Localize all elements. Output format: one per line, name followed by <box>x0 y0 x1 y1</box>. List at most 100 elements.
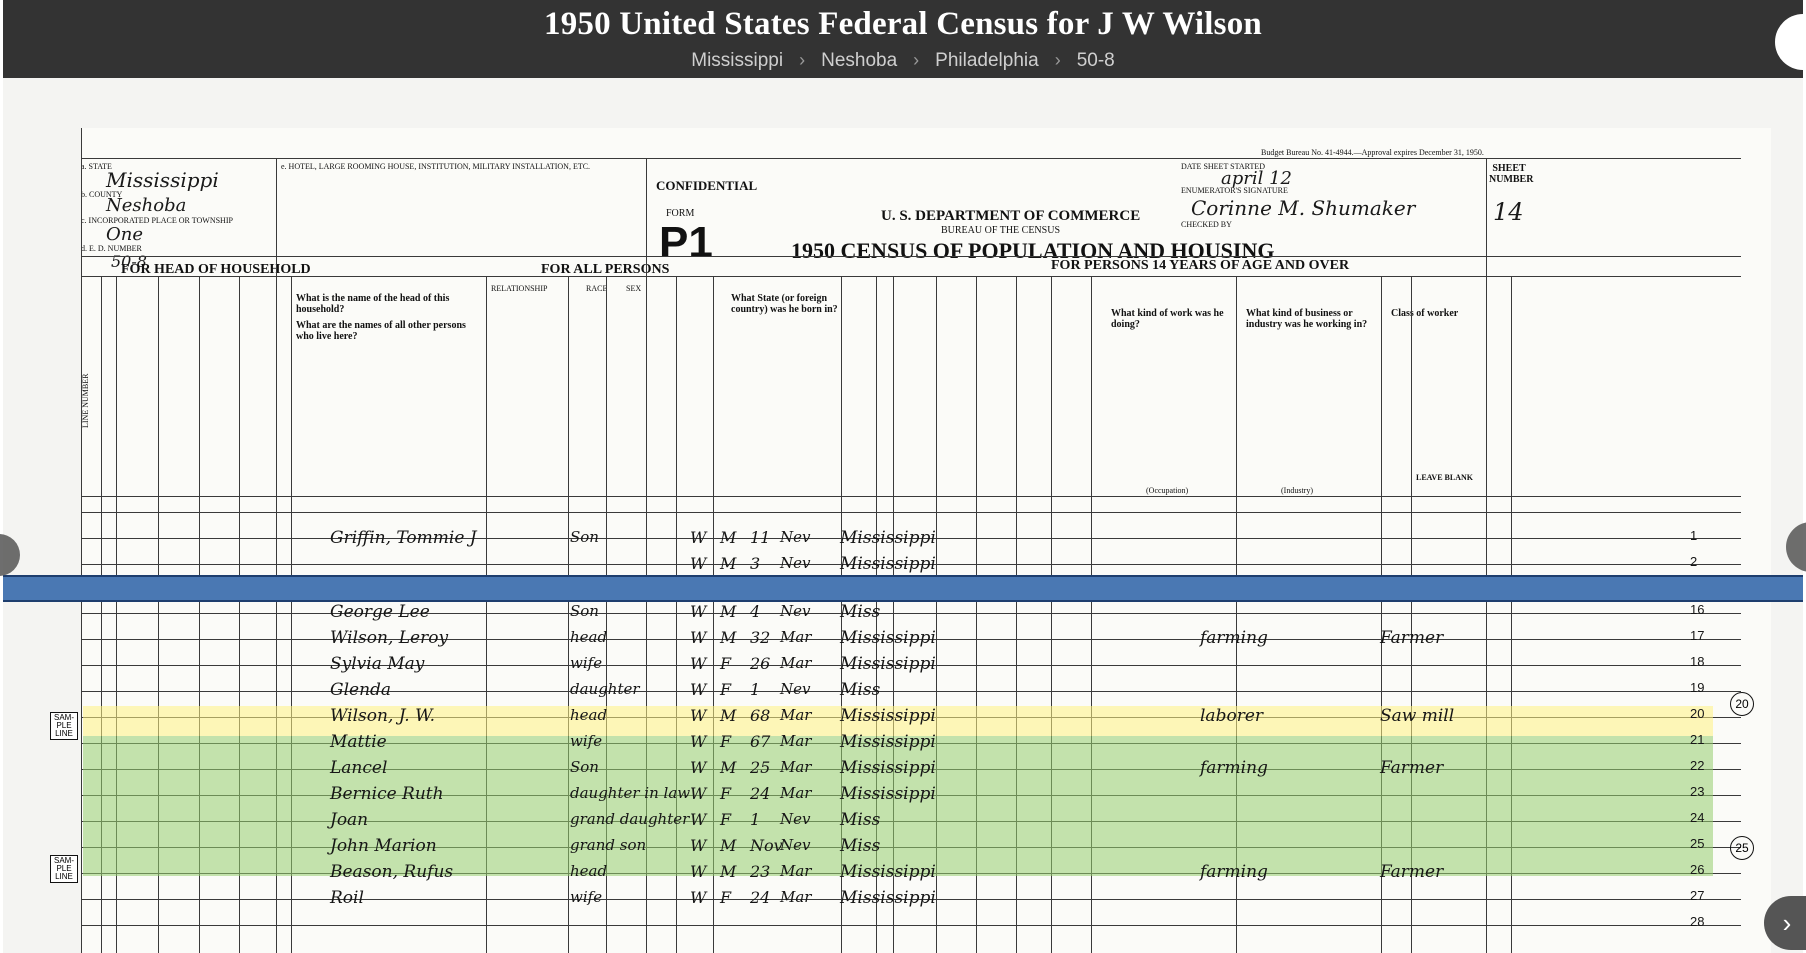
row-sex: M <box>720 836 737 855</box>
table-row: 16 George Lee Son W M 4 Nev Miss <box>0 600 1806 626</box>
row-birthplace: Mississippi <box>840 706 936 726</box>
row-marital: Nev <box>780 528 811 546</box>
row-occupation: laborer <box>1200 706 1264 726</box>
table-row: 23 Bernice Ruth daughter in law W F 24 Mar Miss… <box>0 782 1806 808</box>
row-name: Mattie <box>330 732 387 752</box>
row-relationship: wife <box>570 888 603 906</box>
row-relationship: daughter in law <box>570 784 691 802</box>
col-state: What State (or foreign country) was he b… <box>731 293 838 315</box>
row-line-number: 25 <box>1690 836 1705 851</box>
row-age: 26 <box>750 654 771 673</box>
row-name: Glenda <box>330 680 392 700</box>
row-age: Nov <box>750 836 783 855</box>
row-birthplace: Mississippi <box>840 654 936 674</box>
bureau-title: BUREAU OF THE CENSUS <box>941 225 1060 236</box>
col-relationship: RELATIONSHIP <box>491 284 548 293</box>
row-relationship: Son <box>570 758 599 776</box>
row-birthplace: Miss <box>840 810 881 830</box>
row-name: Griffin, Tommie J <box>330 528 477 548</box>
row-sex: F <box>720 784 732 803</box>
row-race: W <box>690 836 707 855</box>
row-relationship: daughter <box>570 680 640 698</box>
breadcrumb-district[interactable]: 50-8 <box>1077 50 1115 72</box>
row-line-number: 17 <box>1690 628 1705 643</box>
row-line-number: 16 <box>1690 602 1705 617</box>
row-race: W <box>690 602 707 621</box>
row-race: W <box>690 888 707 907</box>
row-occupation: farming <box>1200 862 1268 882</box>
state-value: Mississippi <box>106 168 219 192</box>
table-row: 20 Wilson, J. W. head W M 68 Mar Mississippi lab… <box>0 704 1806 730</box>
sheet-label: SHEET NUMBER <box>1489 163 1534 185</box>
row-relationship: Son <box>570 602 599 620</box>
table-row: 25 John Marion grand son W M Nov Nev Miss <box>0 834 1806 860</box>
row-sex: M <box>720 862 737 881</box>
breadcrumb-county[interactable]: Neshoba <box>821 50 897 72</box>
enumerator-value: Corinne M. Shumaker <box>1191 196 1416 220</box>
row-relationship: wife <box>570 654 603 672</box>
breadcrumb-city[interactable]: Philadelphia <box>935 50 1039 72</box>
leave-blank-label: LEAVE BLANK <box>1416 473 1473 482</box>
row-line-number: 20 <box>1690 706 1705 721</box>
breadcrumb-state[interactable]: Mississippi <box>691 50 783 72</box>
row-relationship: grand daughter <box>570 810 690 828</box>
sample-line-tag: SAM-PLE LINE <box>50 712 78 740</box>
chevron-right-icon: › <box>1054 50 1061 70</box>
row-marital: Nev <box>780 554 811 572</box>
row-industry: Farmer <box>1380 628 1444 648</box>
row-sex: M <box>720 706 737 725</box>
sheet-number: 14 <box>1493 198 1524 226</box>
row-age: 11 <box>750 528 771 547</box>
row-name: Wilson, J. W. <box>330 706 435 726</box>
row-relationship: head <box>570 706 608 724</box>
budget-note: Budget Bureau No. 41-4944.—Approval expi… <box>1261 148 1484 157</box>
row-marital: Mar <box>780 706 812 724</box>
place-label: c. INCORPORATED PLACE OR TOWNSHIP <box>81 216 233 225</box>
row-line-number: 2 <box>1690 554 1698 569</box>
row-race: W <box>690 528 707 547</box>
row-race: W <box>690 784 707 803</box>
row-race: W <box>690 554 707 573</box>
row-birthplace: Mississippi <box>840 784 936 804</box>
row-birthplace: Mississippi <box>840 554 936 574</box>
form-code: P1 <box>659 218 713 267</box>
row-sex: M <box>720 528 737 547</box>
chevron-right-icon: › <box>913 50 920 70</box>
row-marital: Nev <box>780 836 811 854</box>
row-marital: Nev <box>780 680 811 698</box>
row-age: 1 <box>750 810 761 829</box>
row-birthplace: Mississippi <box>840 732 936 752</box>
county-value: Neshoba <box>106 195 187 216</box>
row-sex: F <box>720 732 732 751</box>
col-race: RACE <box>586 284 608 293</box>
row-name: Sylvia May <box>330 654 425 674</box>
row-age: 4 <box>750 602 761 621</box>
row-race: W <box>690 680 707 699</box>
breadcrumb: Mississippi › Neshoba › Philadelphia › 5… <box>3 50 1803 72</box>
row-occupation: farming <box>1200 628 1268 648</box>
row-occupation: farming <box>1200 758 1268 778</box>
table-row: 21 Mattie wife W F 67 Mar Mississippi <box>0 730 1806 756</box>
col-class: Class of worker <box>1391 308 1459 319</box>
row-race: W <box>690 654 707 673</box>
line-number-label: LINE NUMBER <box>81 373 90 428</box>
row-age: 3 <box>750 554 761 573</box>
row-age: 24 <box>750 784 771 803</box>
row-relationship: head <box>570 862 608 880</box>
row-relationship: wife <box>570 732 603 750</box>
confidential-label: CONFIDENTIAL <box>656 178 758 193</box>
row-birthplace: Mississippi <box>840 628 936 648</box>
row-marital: Mar <box>780 784 812 802</box>
row-line-number: 21 <box>1690 732 1705 747</box>
row-line-number: 26 <box>1690 862 1705 877</box>
checked-label: CHECKED BY <box>1181 220 1232 229</box>
row-name: Joan <box>330 810 369 830</box>
chevron-right-icon: › <box>799 50 806 70</box>
row-marital: Nev <box>780 810 811 828</box>
row-marital: Mar <box>780 888 812 906</box>
table-row: 1 Griffin, Tommie J Son W M 11 Nev Mississippi <box>0 526 1806 552</box>
row-sex: F <box>720 654 732 673</box>
row-line-number: 24 <box>1690 810 1705 825</box>
row-line-number: 18 <box>1690 654 1705 669</box>
row-sex: F <box>720 810 732 829</box>
